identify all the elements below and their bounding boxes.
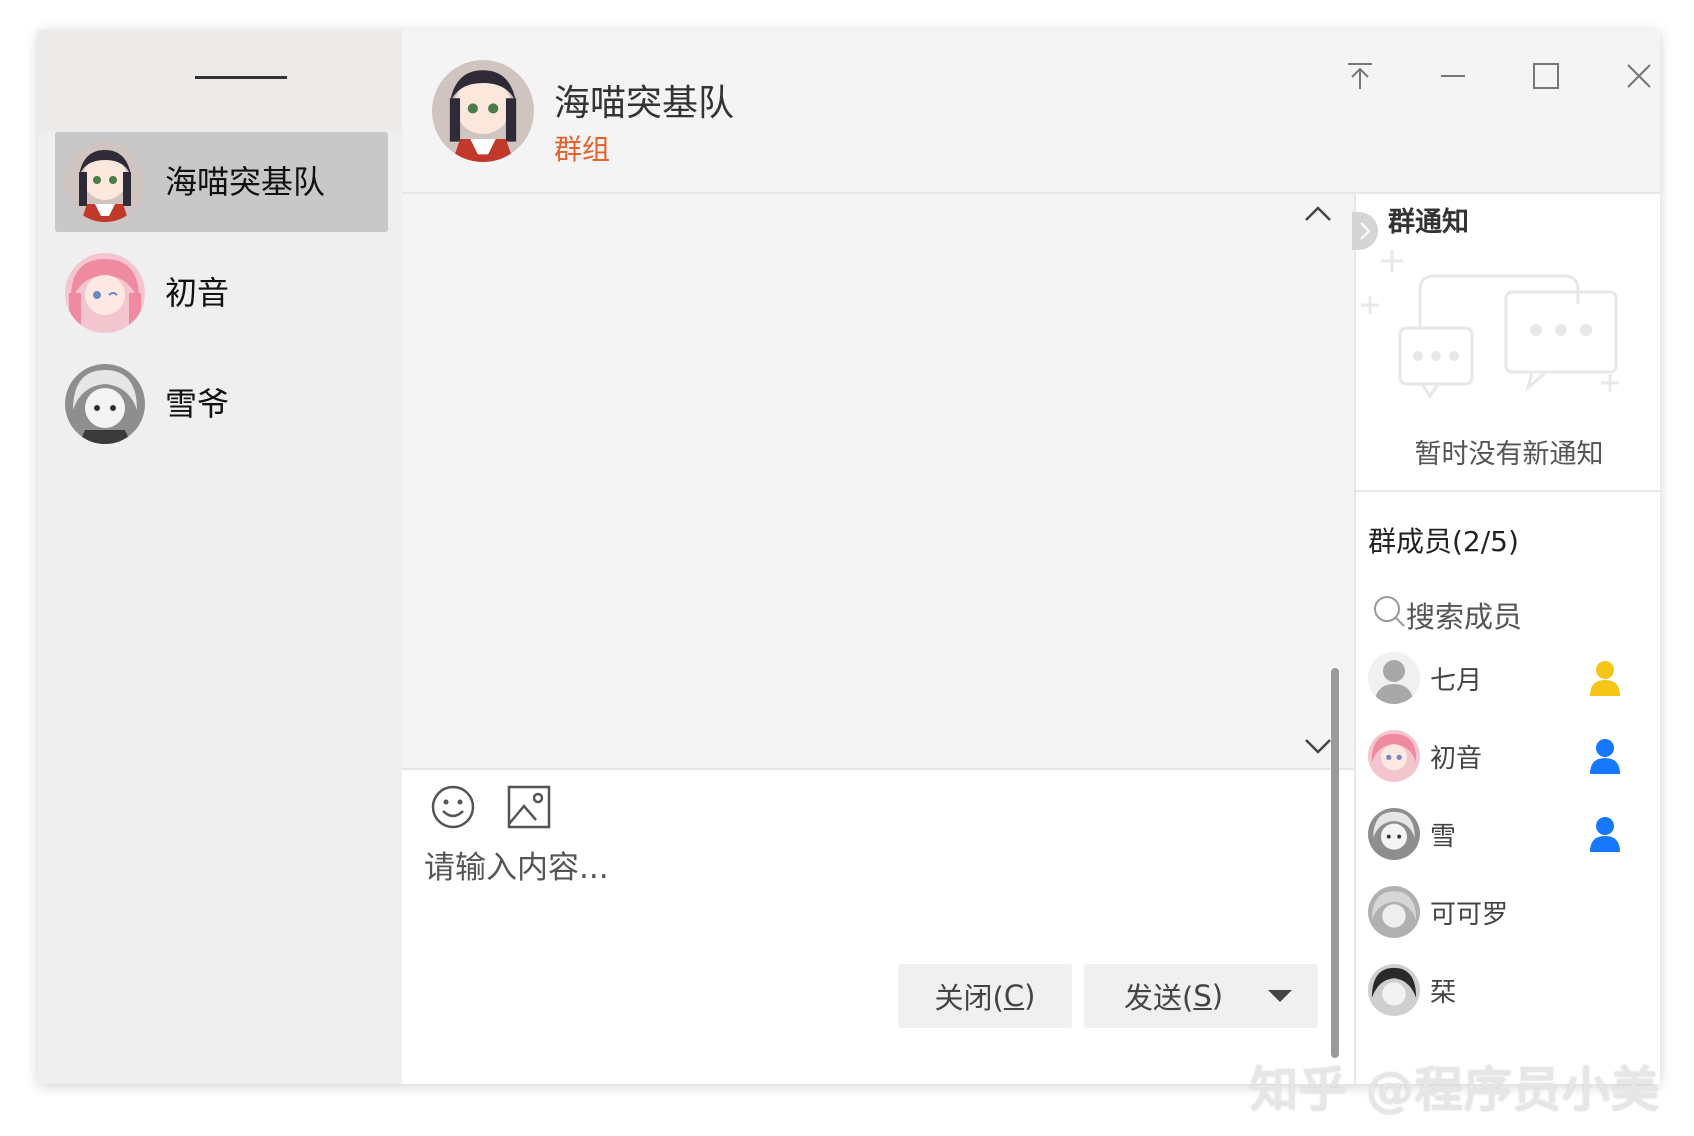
member-name: 栞 — [1430, 978, 1457, 1008]
pin-top-button[interactable] — [1332, 50, 1388, 102]
members-title: 群成员(2/5) — [1368, 525, 1519, 558]
group-notice: 群通知 暂时没有新通知 — [1352, 194, 1660, 492]
minimize-icon — [1441, 75, 1465, 77]
close-icon — [1627, 64, 1651, 88]
search-icon — [1374, 596, 1405, 627]
member-item[interactable]: 七月 — [1356, 640, 1660, 720]
member-role-icon — [1590, 817, 1620, 852]
sidebar-header — [38, 30, 402, 132]
compose-area[interactable]: 请输入内容... 关闭(C) 发送(S) — [402, 768, 1354, 1084]
avatar — [1368, 964, 1420, 1016]
close-window-button[interactable] — [1611, 50, 1660, 102]
contact-item-xueye[interactable]: 雪爷 — [55, 354, 388, 454]
member-item[interactable]: 初音 — [1356, 718, 1660, 798]
close-label-prefix: 关闭( — [934, 981, 1004, 1015]
scroll-down-button[interactable] — [1302, 734, 1334, 758]
member-name: 可可罗 — [1430, 900, 1509, 930]
pin-top-icon — [1348, 63, 1372, 89]
member-item[interactable]: 栞 — [1356, 952, 1660, 1032]
member-name: 七月 — [1430, 666, 1483, 696]
avatar — [65, 364, 145, 444]
minimize-button[interactable] — [1425, 50, 1481, 102]
chat-type-label: 群组 — [554, 133, 611, 166]
chat-window: 海喵突基队 初音 雪爷 海喵突基队 群组 请输入内容... 关闭(C) 发送… — [38, 30, 1660, 1084]
chat-title: 海喵突基队 — [554, 83, 735, 124]
sidebar: 海喵突基队 初音 雪爷 — [38, 30, 402, 1084]
contact-name: 雪爷 — [165, 385, 230, 423]
member-item[interactable]: 可可罗 — [1356, 874, 1660, 954]
member-item[interactable]: 雪 — [1356, 796, 1660, 876]
avatar — [1368, 886, 1420, 938]
message-list[interactable] — [402, 194, 1352, 766]
contact-item-chuyin[interactable]: 初音 — [55, 243, 388, 343]
watermark: 知乎 @程序员小美 — [1250, 1062, 1660, 1118]
avatar — [65, 253, 145, 333]
avatar — [1368, 652, 1420, 704]
close-shortcut-key: C — [1003, 979, 1025, 1013]
chat-header: 海喵突基队 群组 — [402, 30, 1660, 194]
image-button[interactable] — [506, 784, 552, 830]
contact-name: 初音 — [165, 274, 230, 312]
empty-notice-illustration-icon — [1361, 250, 1619, 399]
group-info-panel: 群通知 暂时没有新通知 群成员(2/5) 搜索成员 七月 初音 雪 可可罗 栞 — [1352, 194, 1660, 1084]
close-label-suffix: ) — [1024, 979, 1036, 1013]
chevron-down-icon — [1305, 739, 1331, 754]
avatar — [1368, 808, 1420, 860]
maximize-button[interactable] — [1518, 50, 1574, 102]
avatar — [1368, 730, 1420, 782]
notice-title: 群通知 — [1388, 207, 1469, 238]
member-list-scrollbar[interactable] — [1331, 668, 1339, 1058]
send-label-prefix: 发送( — [1124, 981, 1194, 1015]
chevron-up-icon — [1305, 206, 1331, 221]
owner-role-icon — [1590, 661, 1620, 696]
send-shortcut-key: S — [1193, 979, 1212, 1013]
member-name: 雪 — [1430, 822, 1457, 852]
group-avatar[interactable] — [432, 60, 534, 162]
emoji-button[interactable] — [430, 784, 476, 830]
image-icon — [507, 785, 551, 829]
member-search-placeholder: 搜索成员 — [1406, 600, 1523, 634]
member-name: 初音 — [1430, 744, 1483, 774]
send-button[interactable]: 发送(S) — [1084, 964, 1318, 1028]
maximize-icon — [1533, 63, 1559, 89]
contact-name: 海喵突基队 — [165, 163, 326, 201]
notice-empty-text: 暂时没有新通知 — [1414, 439, 1604, 470]
menu-handle-icon[interactable] — [195, 76, 287, 79]
send-label-suffix: ) — [1211, 979, 1224, 1013]
close-chat-button[interactable]: 关闭(C) — [898, 964, 1072, 1028]
caret-down-icon[interactable] — [1268, 990, 1292, 1004]
smiley-icon — [431, 785, 475, 829]
scroll-up-button[interactable] — [1302, 202, 1334, 226]
message-input[interactable]: 请输入内容... — [424, 842, 609, 887]
avatar — [65, 142, 145, 222]
member-role-icon — [1590, 739, 1620, 774]
contact-item-haimiao[interactable]: 海喵突基队 — [55, 132, 388, 232]
